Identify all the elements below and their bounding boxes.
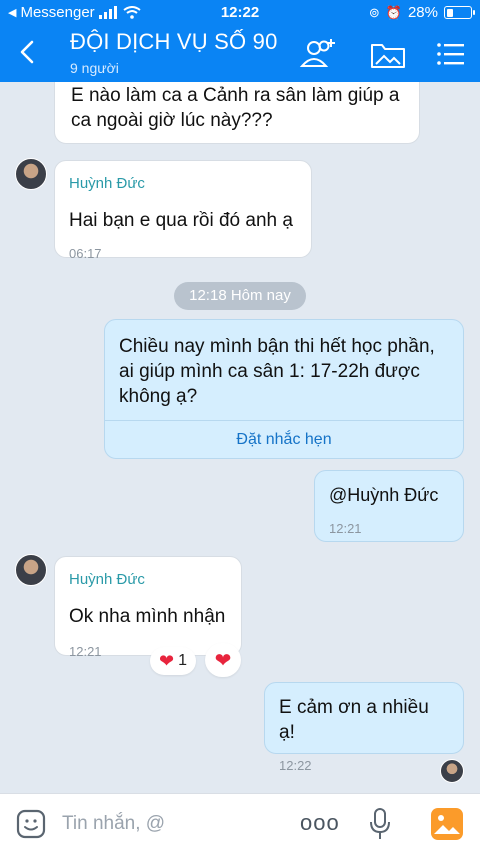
top-bar: ◀ Messenger 12:22 ⊚ ⏰ 28% ĐỘI DỊCH VỤ SỐ… [0, 0, 480, 82]
message-bubble[interactable]: E cảm ơn a nhiều ạ! 12:22 [264, 682, 464, 773]
heart-icon: ❤ [214, 649, 232, 672]
rotation-lock-icon: ⊚ [368, 4, 380, 20]
heart-icon: ❤ [159, 650, 175, 671]
time-divider: 12:18 Hôm nay [174, 282, 306, 310]
gallery-folder-icon[interactable] [368, 36, 408, 72]
avatar[interactable] [15, 554, 47, 586]
message-bubble[interactable]: Huỳnh Đức Ok nha mình nhận 12:21 [54, 556, 242, 659]
message-time: 12:22 [279, 758, 312, 773]
alarm-icon: ⏰ [385, 4, 402, 20]
set-reminder-button[interactable]: Đặt nhắc hẹn [105, 420, 463, 458]
avatar[interactable] [15, 158, 47, 190]
message-text: Ok nha mình nhận [69, 606, 226, 627]
message-text: @Huỳnh Đức [329, 485, 439, 505]
seen-avatar [440, 759, 464, 783]
chat-area[interactable]: E nào làm ca a Cảnh ra sân làm giúp a ca… [0, 82, 480, 793]
message-bubble[interactable]: Huỳnh Đức Hai bạn e qua rồi đó anh ạ 06:… [54, 160, 312, 261]
message-input[interactable]: Tin nhắn, @ [62, 813, 165, 835]
react-button[interactable]: ❤ [205, 643, 241, 677]
message-bubble[interactable]: E nào làm ca a Cảnh ra sân làm giúp a ca… [54, 82, 420, 144]
reaction-count: 1 [178, 652, 187, 669]
message-time: 12:21 [69, 644, 102, 659]
message-time: 06:17 [69, 246, 102, 261]
group-title[interactable]: ĐỘI DỊCH VỤ SỐ 90 [70, 29, 278, 55]
chat-header: ĐỘI DỊCH VỤ SỐ 90 9 người [0, 26, 480, 82]
message-time: 12:21 [329, 521, 362, 536]
battery-icon [444, 6, 475, 19]
message-text: Hai bạn e qua rồi đó anh ạ [69, 210, 293, 231]
reaction-summary[interactable]: ❤ 1 [150, 647, 196, 675]
more-options-icon[interactable]: ooo [300, 810, 340, 836]
status-bar: ◀ Messenger 12:22 ⊚ ⏰ 28% [0, 0, 480, 26]
message-text: E nào làm ca a Cảnh ra sân làm giúp a ca… [71, 85, 400, 131]
message-text: Chiều nay mình bận thi hết học phần, ai … [119, 336, 435, 407]
sender-name: Huỳnh Đức [69, 175, 145, 192]
add-member-icon[interactable] [298, 36, 338, 72]
menu-icon[interactable] [432, 36, 472, 72]
message-input-bar: Tin nhắn, @ ooo [0, 793, 480, 854]
battery-percent: 28% [407, 4, 438, 21]
message-text: E cảm ơn a nhiều ạ! [279, 697, 429, 743]
sender-name: Huỳnh Đức [69, 571, 145, 588]
member-count[interactable]: 9 người [70, 60, 119, 76]
image-picker-icon[interactable] [430, 807, 464, 841]
microphone-icon[interactable] [368, 807, 392, 841]
message-bubble[interactable]: @Huỳnh Đức 12:21 [314, 470, 464, 542]
message-bubble[interactable]: Chiều nay mình bận thi hết học phần, ai … [104, 319, 464, 459]
sticker-icon[interactable] [16, 809, 46, 839]
back-arrow-icon[interactable] [14, 38, 42, 66]
